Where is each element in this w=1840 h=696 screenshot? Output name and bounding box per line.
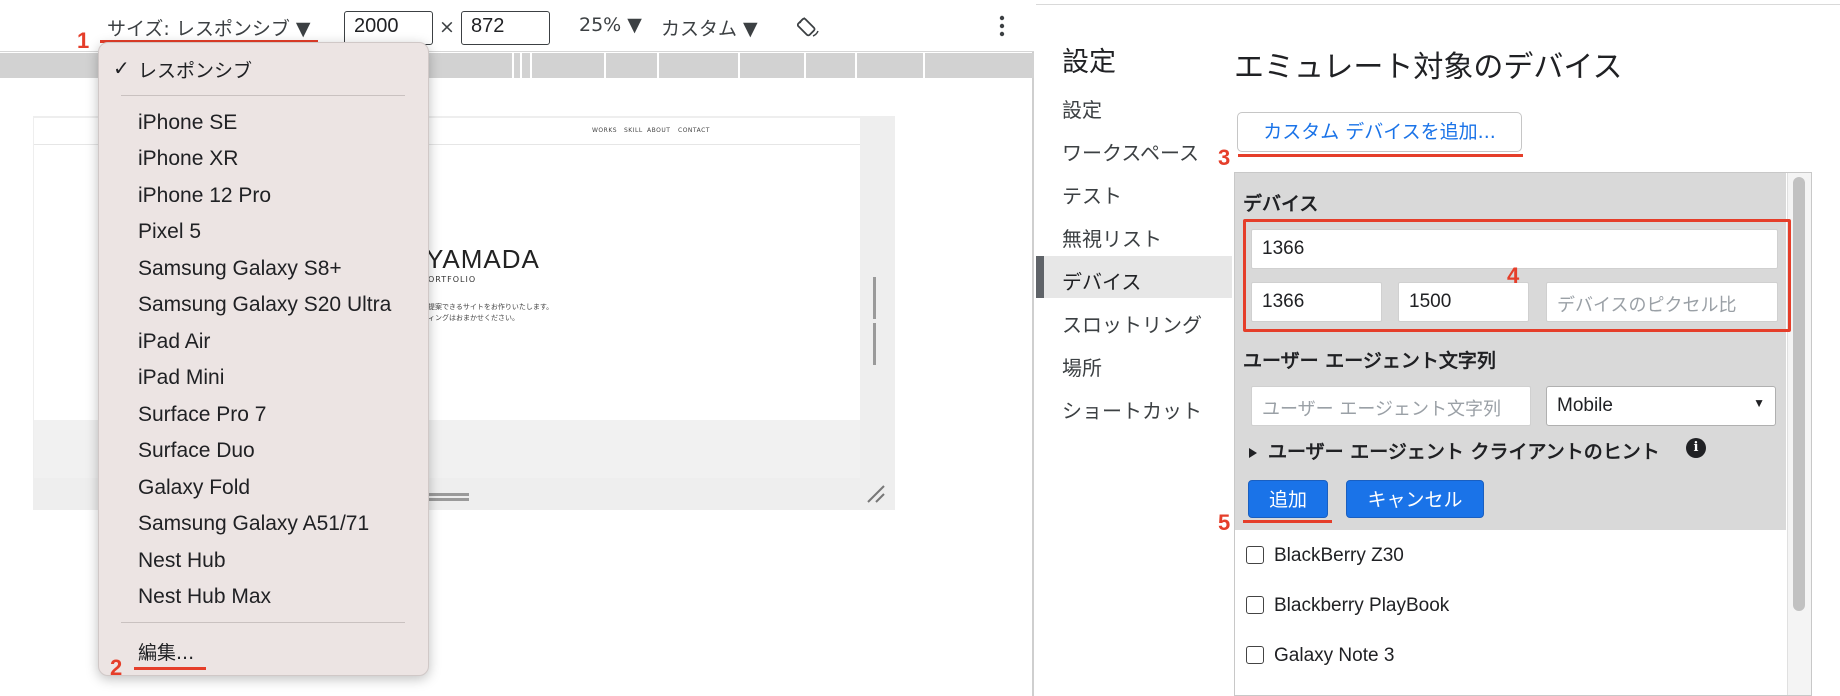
menu-item-device[interactable]: Samsung Galaxy S20 Ultra xyxy=(138,293,391,317)
checkbox[interactable] xyxy=(1246,646,1264,664)
preview-nav-item: SKILL xyxy=(624,127,643,134)
menu-item-device[interactable]: Nest Hub xyxy=(138,549,226,573)
annotation-underline xyxy=(1243,520,1332,523)
menu-item-device[interactable]: iPad Mini xyxy=(138,366,224,390)
menu-item-device[interactable]: iPhone 12 Pro xyxy=(138,184,271,208)
throttle-dropdown[interactable]: カスタム ▼ xyxy=(661,14,758,41)
preview-text: 提案できるサイトをお作りいたします。 xyxy=(428,303,554,311)
horizontal-resize-handle[interactable] xyxy=(427,493,469,501)
add-button[interactable]: 追加 xyxy=(1248,480,1328,518)
nav-item-test[interactable]: テスト xyxy=(1062,180,1122,209)
info-icon[interactable]: i xyxy=(1686,438,1706,458)
annotation-1: 1 xyxy=(77,28,90,53)
menu-item-edit[interactable]: 編集... xyxy=(138,638,194,665)
more-vertical-icon[interactable] xyxy=(999,14,1005,42)
menu-separator xyxy=(121,622,405,623)
vertical-resize-handle[interactable] xyxy=(873,277,883,365)
nav-item-devices[interactable]: デバイス xyxy=(1062,266,1141,295)
menu-item-device[interactable]: iPad Air xyxy=(138,330,210,354)
nav-item-workspace[interactable]: ワークスペース xyxy=(1062,137,1199,166)
settings-title: 設定 xyxy=(1062,47,1116,78)
height-input[interactable]: 872 xyxy=(461,11,550,45)
chevron-down-icon: ▼ xyxy=(1753,396,1765,410)
panel-divider xyxy=(1036,4,1840,5)
preview-name: YAMADA xyxy=(426,244,540,274)
zoom-dropdown[interactable]: 25% ▼ xyxy=(579,14,642,36)
checkbox[interactable] xyxy=(1246,596,1264,614)
menu-item-device[interactable]: iPhone XR xyxy=(138,147,238,171)
user-agent-type-select[interactable]: Mobile ▼ xyxy=(1546,386,1776,426)
annotation-5: 5 xyxy=(1218,510,1231,535)
device-list-label: BlackBerry Z30 xyxy=(1274,545,1404,566)
menu-item-device[interactable]: Surface Pro 7 xyxy=(138,403,266,427)
nav-active-bar xyxy=(1036,256,1044,298)
device-list-item[interactable]: BlackBerry Z30 xyxy=(1246,545,1404,567)
menu-item-device[interactable]: Galaxy Fold xyxy=(138,476,250,500)
preview-nav-item: ABOUT xyxy=(647,127,671,134)
devices-title: エミュレート対象のデバイス xyxy=(1234,50,1623,85)
user-agent-label: ユーザー エージェント文字列 xyxy=(1243,350,1496,372)
menu-item-device[interactable]: Samsung Galaxy S8+ xyxy=(138,257,342,281)
preview-nav-item: WORKS xyxy=(592,127,618,134)
annotation-underline xyxy=(134,667,206,670)
nav-item-shortcuts[interactable]: ショートカット xyxy=(1062,395,1202,424)
checkbox[interactable] xyxy=(1246,546,1264,564)
device-list-item[interactable]: Galaxy Note 3 xyxy=(1246,645,1394,667)
menu-item-device[interactable]: iPhone SE xyxy=(138,111,237,135)
menu-item-responsive[interactable]: レスポンシブ xyxy=(138,56,252,83)
user-agent-type-value: Mobile xyxy=(1557,395,1613,416)
times-sign: × xyxy=(439,16,455,38)
disclosure-triangle-icon[interactable] xyxy=(1248,444,1258,463)
rotate-icon[interactable] xyxy=(796,15,821,43)
size-dropdown[interactable]: サイズ: レスポンシブ ▼ xyxy=(107,14,311,41)
add-custom-device-button[interactable]: カスタム デバイスを追加... xyxy=(1237,112,1522,152)
resize-corner-icon[interactable] xyxy=(866,484,886,504)
user-agent-input[interactable]: ユーザー エージェント文字列 xyxy=(1251,386,1531,426)
client-hints-toggle[interactable]: ユーザー エージェント クライアントのヒント xyxy=(1268,437,1660,464)
device-list-item[interactable]: Blackberry PlayBook xyxy=(1246,595,1449,617)
width-input[interactable]: 2000 xyxy=(344,11,433,45)
annotation-underline xyxy=(1238,154,1523,157)
annotation-3: 3 xyxy=(1218,145,1231,170)
device-form-label: デバイス xyxy=(1243,193,1319,215)
device-list-label: Blackberry PlayBook xyxy=(1274,595,1450,616)
cancel-button[interactable]: キャンセル xyxy=(1346,480,1484,518)
menu-item-device[interactable]: Surface Duo xyxy=(138,439,255,463)
menu-separator xyxy=(121,95,405,96)
preview-text: ィングはおまかせください。 xyxy=(428,314,519,322)
menu-item-device[interactable]: Samsung Galaxy A51/71 xyxy=(138,512,369,536)
nav-item-throttling[interactable]: スロットリング xyxy=(1062,309,1202,338)
nav-item-settings[interactable]: 設定 xyxy=(1062,94,1102,123)
check-icon: ✓ xyxy=(113,58,130,80)
menu-item-device[interactable]: Pixel 5 xyxy=(138,220,201,244)
preview-nav-item: CONTACT xyxy=(678,127,710,134)
device-list-label: Galaxy Note 3 xyxy=(1274,645,1395,666)
nav-item-locations[interactable]: 場所 xyxy=(1062,352,1102,381)
device-dropdown-menu: ✓ レスポンシブ iPhone SE iPhone XR iPhone 12 P… xyxy=(98,42,429,676)
menu-item-device[interactable]: Nest Hub Max xyxy=(138,585,271,609)
annotation-4: 4 xyxy=(1507,263,1520,288)
preview-subtitle: ORTFOLIO xyxy=(428,275,477,284)
nav-item-ignore-list[interactable]: 無視リスト xyxy=(1062,223,1162,252)
annotation-2: 2 xyxy=(110,655,123,680)
scrollbar-thumb[interactable] xyxy=(1793,177,1805,611)
